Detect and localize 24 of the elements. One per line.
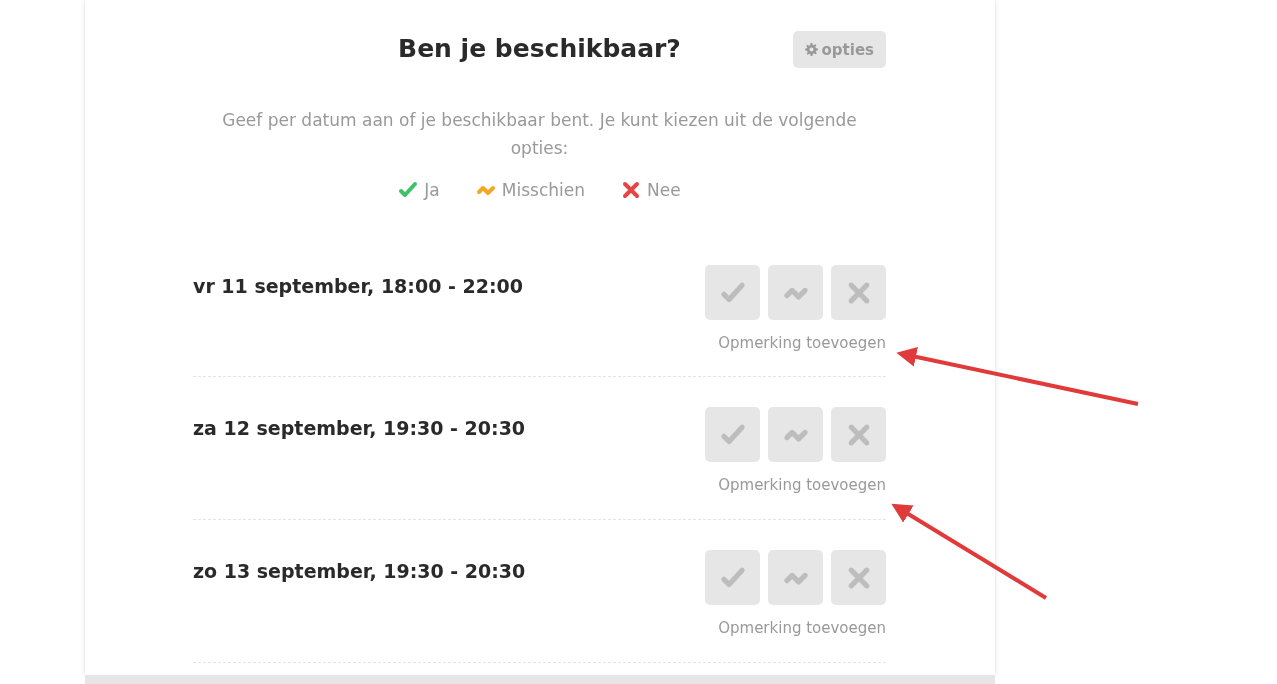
availability-button[interactable] bbox=[831, 265, 886, 320]
date-label: vr 11 september, 18:00 - 22:00 bbox=[193, 274, 523, 299]
check-icon bbox=[398, 180, 419, 200]
availability-button[interactable] bbox=[705, 407, 760, 462]
add-comment-link[interactable]: Opmerking toevoegen bbox=[718, 334, 886, 352]
availability-button[interactable] bbox=[768, 265, 823, 320]
availability-button[interactable] bbox=[831, 407, 886, 462]
page-title: Ben je beschikbaar? bbox=[398, 34, 681, 65]
availability-button[interactable] bbox=[768, 550, 823, 605]
date-label: za 12 september, 19:30 - 20:30 bbox=[193, 416, 526, 441]
legend-label: Ja bbox=[424, 180, 440, 200]
availability-button[interactable] bbox=[705, 265, 760, 320]
instructions-text: Geef per datum aan of je beschikbaar bent. Je kunt kiezen uit de volgende opties: bbox=[221, 109, 858, 160]
legend-label: Misschien bbox=[501, 180, 585, 200]
add-comment-link[interactable]: Opmerking toevoegen bbox=[718, 619, 886, 637]
gear-icon bbox=[804, 43, 818, 56]
options-button[interactable]: opties bbox=[792, 31, 886, 68]
availability-button[interactable] bbox=[768, 407, 823, 462]
availability-button[interactable] bbox=[705, 550, 760, 605]
cross-icon bbox=[621, 180, 641, 200]
date-label: zo 13 september, 19:30 - 20:30 bbox=[193, 559, 526, 584]
legend-label: Nee bbox=[647, 180, 681, 200]
availability-button[interactable] bbox=[831, 550, 886, 605]
add-comment-link[interactable]: Opmerking toevoegen bbox=[718, 476, 886, 494]
